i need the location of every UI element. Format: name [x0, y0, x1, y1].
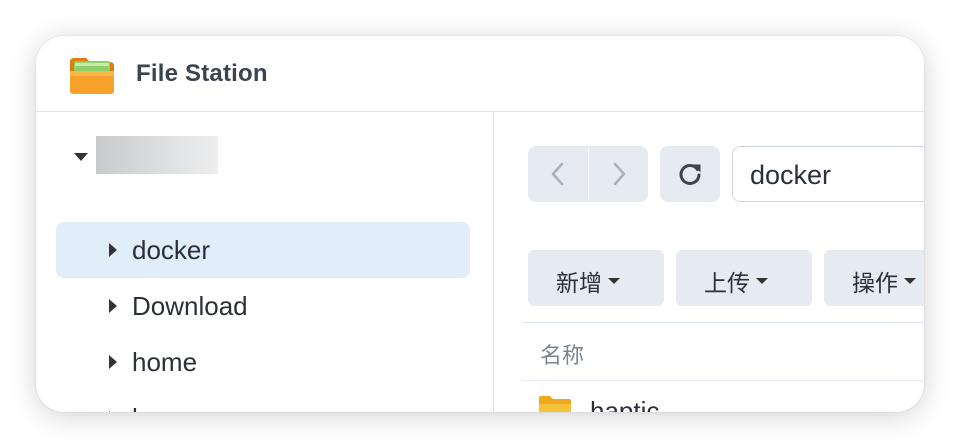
forward-button[interactable] [588, 146, 648, 202]
caret-right-icon[interactable] [109, 243, 117, 257]
column-header-name[interactable]: 名称 [540, 338, 584, 370]
chevron-left-icon [551, 162, 564, 186]
folder-icon [538, 395, 572, 412]
tree-item-homes[interactable]: homes [56, 390, 470, 412]
upload-button-label: 上传 [704, 271, 750, 297]
tree-item-home[interactable]: home [56, 334, 470, 390]
file-station-window: File Station docker Download home homes [36, 36, 924, 412]
tree-item-docker[interactable]: docker [56, 222, 470, 278]
caret-right-icon[interactable] [109, 299, 117, 313]
caret-down-icon[interactable] [74, 153, 88, 161]
caret-right-icon[interactable] [109, 355, 117, 369]
table-divider [522, 322, 924, 323]
redacted-root-name [96, 136, 218, 174]
file-name: haptic [590, 396, 660, 412]
create-button[interactable]: 新增 [528, 250, 664, 306]
tree-item-label: home [132, 347, 198, 377]
path-input[interactable]: docker [732, 146, 924, 202]
tree-item-download[interactable]: Download [56, 278, 470, 334]
folder-tree: docker Download home homes [36, 112, 494, 412]
table-row[interactable]: haptic [522, 381, 924, 412]
upload-button[interactable]: 上传 [676, 250, 812, 306]
tree-item-label: Download [132, 291, 248, 321]
file-list-panel: docker 新增 上传 操作 名称 haptic [494, 112, 924, 412]
folder-app-icon [68, 54, 116, 96]
history-nav [528, 146, 648, 202]
caret-down-icon [756, 278, 768, 284]
action-button[interactable]: 操作 [824, 250, 924, 306]
chevron-right-icon [613, 162, 626, 186]
action-button-label: 操作 [852, 271, 898, 297]
caret-right-icon[interactable] [109, 411, 117, 412]
back-button[interactable] [528, 146, 587, 202]
refresh-icon [679, 164, 701, 185]
tree-item-label: homes [132, 404, 210, 412]
title-bar: File Station [36, 36, 924, 112]
app-title: File Station [136, 60, 268, 87]
caret-down-icon [904, 278, 916, 284]
create-button-label: 新增 [556, 271, 602, 297]
tree-item-label: docker [132, 235, 211, 265]
caret-down-icon [608, 278, 620, 284]
refresh-button[interactable] [660, 146, 720, 202]
